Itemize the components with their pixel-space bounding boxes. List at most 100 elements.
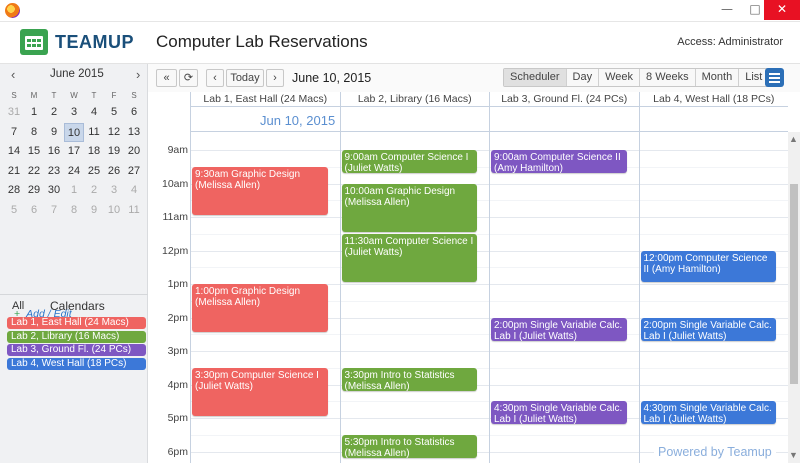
- view-switcher: Scheduler Day Week 8 Weeks Month List: [503, 68, 770, 87]
- event-block[interactable]: 2:00pm Single Variable Calc. Lab I (Juli…: [640, 317, 776, 341]
- mini-day[interactable]: 12: [104, 123, 124, 143]
- event-block[interactable]: 9:30am Graphic Design (Melissa Allen): [192, 166, 328, 215]
- event-block[interactable]: 4:30pm Single Variable Calc. Lab I (Juli…: [640, 401, 776, 425]
- mini-day[interactable]: 29: [24, 181, 44, 201]
- mini-day[interactable]: 17: [64, 142, 84, 162]
- view-button-8-weeks[interactable]: 8 Weeks: [640, 69, 696, 86]
- mini-day[interactable]: 15: [24, 142, 44, 162]
- scrollbar-thumb[interactable]: [790, 184, 798, 384]
- mini-day[interactable]: 13: [124, 123, 144, 143]
- mini-day[interactable]: 25: [84, 162, 104, 182]
- mini-day[interactable]: 19: [104, 142, 124, 162]
- minimize-button[interactable]: —: [714, 0, 740, 20]
- scroll-up-icon[interactable]: ▲: [789, 134, 798, 144]
- view-button-scheduler[interactable]: Scheduler: [504, 69, 567, 86]
- close-button[interactable]: ✕: [764, 0, 800, 20]
- refresh-button[interactable]: ⟳: [179, 69, 198, 87]
- mini-day[interactable]: 6: [24, 201, 44, 221]
- sidebar: ‹ June 2015 › S M T W T F S 31 1 2 3 4 5 6 7 8 9 10 11 12 13…: [0, 64, 148, 463]
- mini-prev-month-button[interactable]: ‹: [11, 67, 15, 82]
- event-block[interactable]: 5:30pm Intro to Statistics (Melissa Alle…: [341, 434, 477, 458]
- view-button-month[interactable]: Month: [696, 69, 740, 86]
- mini-day[interactable]: 20: [124, 142, 144, 162]
- mini-day[interactable]: 7: [4, 123, 24, 143]
- mini-day[interactable]: 4: [124, 181, 144, 201]
- mini-day[interactable]: 1: [64, 181, 84, 201]
- mini-day[interactable]: 8: [24, 123, 44, 143]
- mini-day[interactable]: 2: [84, 181, 104, 201]
- mini-next-month-button[interactable]: ›: [136, 67, 140, 82]
- mini-day[interactable]: 11: [84, 123, 104, 143]
- mini-day[interactable]: 9: [84, 201, 104, 221]
- time-grid[interactable]: 9am 10am 11am 12pm 1pm 2pm 3pm 4pm 5pm 6pm 9:30am …: [148, 132, 788, 463]
- scroll-down-icon[interactable]: ▼: [789, 450, 798, 460]
- calendar-item[interactable]: Lab 2, Library (16 Macs): [7, 330, 146, 343]
- mini-day[interactable]: 27: [124, 162, 144, 182]
- time-label: 10am: [162, 177, 189, 190]
- mini-day[interactable]: 7: [44, 201, 64, 221]
- mini-day[interactable]: 9: [44, 123, 64, 143]
- mini-weekday: F: [111, 91, 117, 100]
- mini-day[interactable]: 18: [84, 142, 104, 162]
- event-block[interactable]: 11:30am Computer Science I (Juliet Watts…: [341, 233, 477, 282]
- prev-button[interactable]: ‹: [206, 69, 224, 87]
- mini-day[interactable]: 3: [64, 103, 84, 123]
- event-block[interactable]: 3:30pm Intro to Statistics (Melissa Alle…: [341, 367, 477, 391]
- mini-day[interactable]: 2: [44, 103, 64, 123]
- hamburger-icon: [769, 81, 780, 83]
- mini-day[interactable]: 5: [4, 201, 24, 221]
- current-date-label: June 10, 2015: [292, 71, 372, 85]
- mini-week-row: 7 8 9 10 11 12 13: [4, 122, 144, 143]
- hamburger-icon: [769, 73, 780, 75]
- event-block[interactable]: 12:00pm Computer Science II (Amy Hamilto…: [640, 250, 776, 282]
- calendar-item[interactable]: Lab 4, West Hall (18 PCs): [7, 357, 146, 370]
- mini-weekday: S: [131, 91, 137, 100]
- view-button-week[interactable]: Week: [599, 69, 641, 86]
- mini-day[interactable]: 10: [64, 122, 84, 142]
- mini-week-row: 28 29 30 1 2 3 4: [4, 181, 144, 201]
- powered-by-link[interactable]: Powered by Teamup: [654, 445, 776, 459]
- hamburger-icon: [769, 77, 780, 79]
- next-button[interactable]: ›: [266, 69, 284, 87]
- mini-day[interactable]: 28: [4, 181, 24, 201]
- mini-day[interactable]: 16: [44, 142, 64, 162]
- event-block[interactable]: 1:00pm Graphic Design (Melissa Allen): [192, 284, 328, 333]
- mini-day[interactable]: 30: [44, 181, 64, 201]
- mini-day[interactable]: 6: [124, 103, 144, 123]
- mini-day[interactable]: 26: [104, 162, 124, 182]
- mini-day[interactable]: 21: [4, 162, 24, 182]
- mini-day[interactable]: 24: [64, 162, 84, 182]
- mini-day[interactable]: 22: [24, 162, 44, 182]
- first-page-button[interactable]: «: [156, 69, 177, 87]
- mini-day[interactable]: 11: [124, 201, 144, 221]
- event-block[interactable]: 10:00am Graphic Design (Melissa Allen): [341, 183, 477, 232]
- event-block[interactable]: 4:30pm Single Variable Calc. Lab I (Juli…: [491, 401, 627, 425]
- mini-day[interactable]: 31: [4, 103, 24, 123]
- mini-day[interactable]: 3: [104, 181, 124, 201]
- mini-weekday: S: [11, 91, 17, 100]
- calendar-item[interactable]: Lab 3, Ground Fl. (24 PCs): [7, 344, 146, 356]
- mini-day[interactable]: 1: [24, 103, 44, 123]
- mini-day[interactable]: 14: [4, 142, 24, 162]
- add-edit-calendars-link[interactable]: + Add / Edit: [14, 308, 72, 320]
- teamup-logo-text[interactable]: TEAMUP: [55, 32, 134, 53]
- mini-day[interactable]: 8: [64, 201, 84, 221]
- all-day-column-divider: [489, 107, 490, 133]
- event-block[interactable]: 9:00am Computer Science II (Amy Hamilton…: [491, 150, 627, 174]
- all-day-row[interactable]: Jun 10, 2015: [190, 106, 788, 133]
- mini-day[interactable]: 10: [104, 201, 124, 221]
- scrollbar[interactable]: ▲ ▼: [788, 132, 800, 463]
- view-button-list[interactable]: List: [739, 69, 768, 86]
- today-button[interactable]: Today: [226, 69, 264, 87]
- column-header: Lab 4, West Hall (18 PCs): [638, 92, 789, 106]
- event-block[interactable]: 9:00am Computer Science I (Juliet Watts): [341, 150, 477, 174]
- menu-button[interactable]: [765, 68, 784, 87]
- view-button-day[interactable]: Day: [567, 69, 600, 86]
- mini-day[interactable]: 23: [44, 162, 64, 182]
- teamup-logo-icon[interactable]: [20, 29, 48, 55]
- all-day-column-divider: [339, 107, 341, 133]
- event-block[interactable]: 3:30pm Computer Science I (Juliet Watts): [192, 367, 328, 416]
- mini-day[interactable]: 4: [84, 103, 104, 123]
- event-block[interactable]: 2:00pm Single Variable Calc. Lab I (Juli…: [491, 317, 627, 341]
- mini-day[interactable]: 5: [104, 103, 124, 123]
